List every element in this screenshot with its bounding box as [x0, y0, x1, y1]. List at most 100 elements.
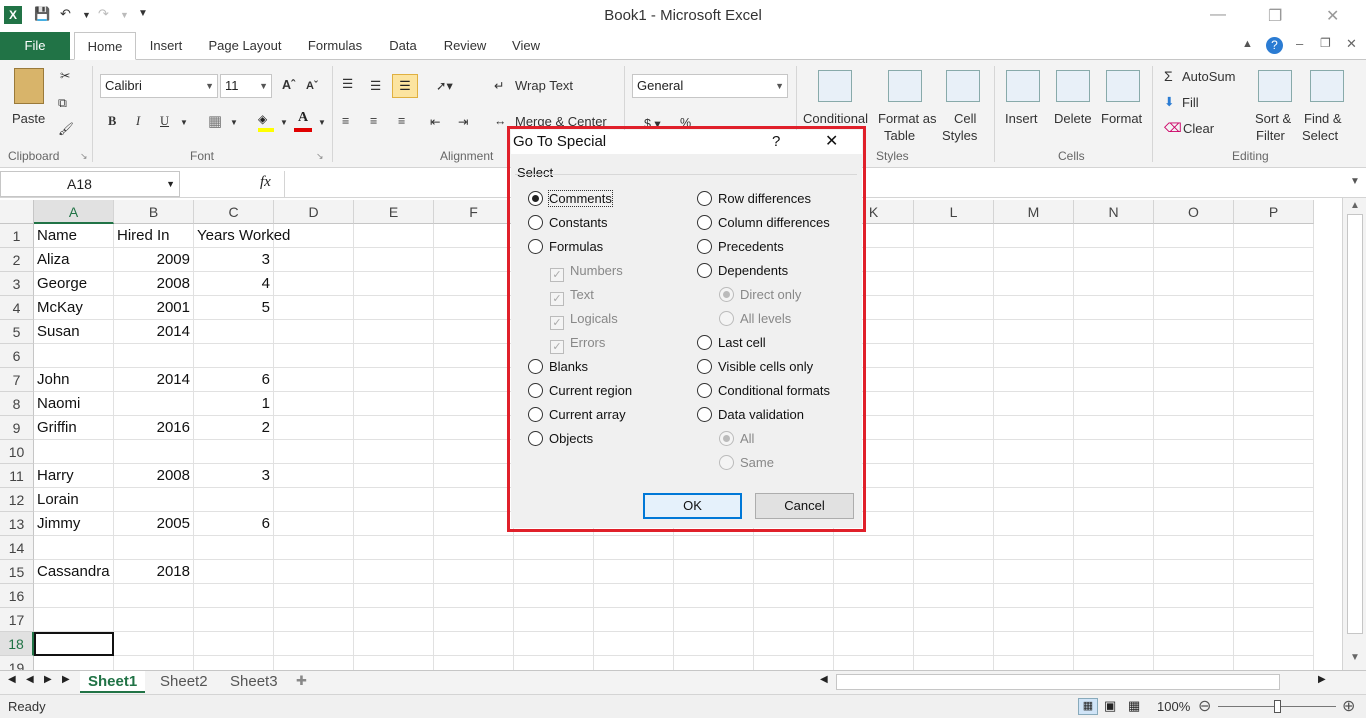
table-cell[interactable] — [434, 632, 514, 656]
table-cell[interactable] — [434, 512, 514, 536]
table-cell[interactable] — [754, 536, 834, 560]
table-cell[interactable] — [1234, 320, 1314, 344]
ok-button[interactable]: OK — [643, 493, 742, 519]
table-cell[interactable] — [914, 464, 994, 488]
cell-b12[interactable] — [114, 488, 194, 512]
workbook-minimize-icon[interactable]: – — [1296, 36, 1303, 51]
table-cell[interactable] — [274, 608, 354, 632]
table-cell[interactable] — [514, 656, 594, 670]
row-header[interactable]: 11 — [0, 464, 34, 488]
cell-a12[interactable]: Lorain — [34, 488, 114, 512]
table-cell[interactable] — [994, 608, 1074, 632]
table-cell[interactable] — [434, 296, 514, 320]
table-cell[interactable] — [274, 512, 354, 536]
table-cell[interactable] — [354, 416, 434, 440]
last-sheet-icon[interactable]: ▶ — [62, 674, 70, 685]
cell-a10[interactable] — [34, 440, 114, 464]
table-cell[interactable] — [1154, 632, 1234, 656]
row-header[interactable]: 1 — [0, 224, 34, 248]
orientation-icon[interactable]: ➚▾ — [436, 78, 453, 93]
table-cell[interactable] — [994, 344, 1074, 368]
table-cell[interactable] — [354, 224, 434, 248]
table-cell[interactable] — [1154, 464, 1234, 488]
row-header[interactable]: 7 — [0, 368, 34, 392]
table-cell[interactable] — [1154, 656, 1234, 670]
table-cell[interactable] — [674, 632, 754, 656]
table-cell[interactable] — [274, 248, 354, 272]
cell-c1[interactable]: Years Worked — [194, 224, 290, 248]
table-cell[interactable] — [354, 296, 434, 320]
cell-styles-line1[interactable]: Cell — [954, 111, 976, 126]
table-cell[interactable] — [1234, 488, 1314, 512]
table-cell[interactable] — [434, 344, 514, 368]
cell-styles-line2[interactable]: Styles — [942, 128, 977, 143]
column-header-o[interactable]: O — [1154, 200, 1234, 224]
table-cell[interactable] — [1074, 440, 1154, 464]
cell-c11[interactable]: 3 — [194, 464, 274, 488]
cell-a16[interactable] — [34, 584, 114, 608]
table-cell[interactable] — [434, 224, 514, 248]
paste-button[interactable]: Paste — [12, 111, 45, 126]
conditional-formatting-button[interactable]: Conditional — [803, 111, 868, 126]
table-cell[interactable] — [354, 272, 434, 296]
table-cell[interactable] — [434, 584, 514, 608]
table-cell[interactable] — [1074, 560, 1154, 584]
page-layout-view-icon[interactable]: ▣ — [1104, 698, 1116, 714]
row-header[interactable]: 16 — [0, 584, 34, 608]
sort-filter-line1[interactable]: Sort & — [1255, 111, 1291, 126]
cell-a17[interactable] — [34, 608, 114, 632]
table-cell[interactable] — [754, 656, 834, 670]
format-as-table-icon[interactable] — [888, 70, 922, 102]
table-cell[interactable] — [274, 560, 354, 584]
row-header[interactable]: 12 — [0, 488, 34, 512]
table-cell[interactable] — [1154, 392, 1234, 416]
table-cell[interactable] — [594, 536, 674, 560]
first-sheet-icon[interactable]: ◀ — [8, 674, 16, 685]
horizontal-scroll-thumb[interactable] — [836, 674, 1280, 690]
insert-cells-button[interactable]: Insert — [1005, 111, 1038, 126]
cell-b13[interactable]: 2005 — [114, 512, 194, 536]
table-cell[interactable] — [1154, 272, 1234, 296]
table-cell[interactable] — [994, 296, 1074, 320]
format-cells-icon[interactable] — [1106, 70, 1140, 102]
workbook-restore-icon[interactable]: ❐ — [1320, 36, 1331, 50]
cell-c12[interactable] — [194, 488, 274, 512]
borders-dropdown-icon[interactable]: ▼ — [230, 118, 238, 127]
table-cell[interactable] — [674, 536, 754, 560]
table-cell[interactable] — [1074, 320, 1154, 344]
option-current-region[interactable]: Current region — [528, 382, 632, 400]
sheet-tab-1[interactable]: Sheet1 — [80, 671, 146, 693]
table-cell[interactable] — [914, 440, 994, 464]
cell-b18[interactable] — [114, 632, 194, 656]
font-color-dropdown-icon[interactable]: ▼ — [318, 118, 326, 127]
table-cell[interactable] — [1074, 584, 1154, 608]
conditional-formatting-icon[interactable] — [818, 70, 852, 102]
table-cell[interactable] — [674, 584, 754, 608]
row-header[interactable]: 18 — [0, 632, 34, 656]
table-cell[interactable] — [354, 632, 434, 656]
table-cell[interactable] — [514, 632, 594, 656]
table-cell[interactable] — [1234, 464, 1314, 488]
table-cell[interactable] — [994, 320, 1074, 344]
table-cell[interactable] — [354, 608, 434, 632]
find-select-icon[interactable] — [1310, 70, 1344, 102]
table-cell[interactable] — [274, 440, 354, 464]
cell-b3[interactable]: 2008 — [114, 272, 194, 296]
fx-icon[interactable]: fx — [260, 174, 271, 191]
table-cell[interactable] — [834, 608, 914, 632]
table-cell[interactable] — [1234, 416, 1314, 440]
align-center-icon[interactable]: ≡ — [370, 114, 377, 128]
option-constants[interactable]: Constants — [528, 214, 608, 232]
table-cell[interactable] — [1234, 368, 1314, 392]
table-cell[interactable] — [1154, 344, 1234, 368]
table-cell[interactable] — [834, 632, 914, 656]
table-cell[interactable] — [914, 272, 994, 296]
underline-dropdown-icon[interactable]: ▼ — [180, 118, 188, 127]
font-color-icon[interactable]: A — [294, 110, 312, 132]
sheet-tab-2[interactable]: Sheet2 — [152, 671, 216, 693]
cell-c15[interactable] — [194, 560, 274, 584]
column-header-p[interactable]: P — [1234, 200, 1314, 224]
table-cell[interactable] — [354, 584, 434, 608]
table-cell[interactable] — [1154, 368, 1234, 392]
delete-cells-button[interactable]: Delete — [1054, 111, 1092, 126]
